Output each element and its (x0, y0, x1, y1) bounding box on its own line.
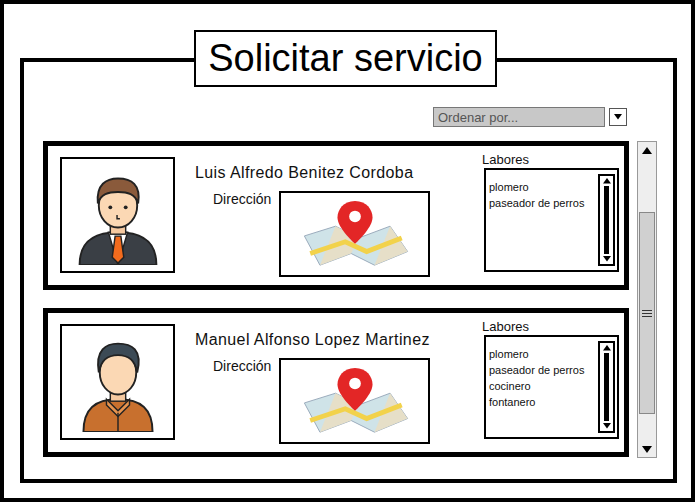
provider-card[interactable]: Manuel Alfonso Lopez Martinez Dirección La… (43, 308, 629, 457)
address-label: Dirección (213, 357, 271, 375)
title-row: Solicitar servicio (4, 30, 691, 87)
task-item[interactable]: cocinero (489, 378, 598, 394)
tasks-listbox[interactable]: plomeropaseador de perros (484, 168, 619, 272)
grip-icon (642, 310, 652, 317)
provider-info: Manuel Alfonso Lopez Martinez Dirección (175, 324, 484, 444)
page-scrollbar[interactable] (637, 141, 657, 458)
arrow-up-icon (642, 147, 652, 154)
scroll-thumb[interactable] (639, 212, 655, 414)
scroll-up-button[interactable] (638, 142, 656, 158)
man-in-shirt-icon (70, 332, 166, 432)
chevron-down-icon (614, 114, 622, 120)
sort-dropdown-button[interactable] (609, 108, 627, 126)
arrow-down-icon (642, 446, 652, 453)
tasks-list: plomeropaseador de perros (489, 174, 598, 266)
map-icon (296, 364, 414, 438)
task-item[interactable]: paseador de perros (489, 195, 598, 211)
provider-list: Luis Alfredo Benitez Cordoba Dirección Lab… (43, 141, 629, 458)
task-item[interactable]: plomero (489, 179, 598, 195)
sort-dropdown[interactable]: Ordenar por... (433, 107, 605, 127)
map-icon (296, 197, 414, 271)
tasks-scrollbar[interactable] (598, 174, 615, 266)
task-item[interactable]: fontanero (489, 394, 598, 410)
arrow-down-icon (603, 256, 611, 262)
page: Solicitar servicio Ordenar por... Luis Alf… (0, 0, 695, 502)
task-item[interactable]: plomero (489, 346, 598, 362)
tasks-panel: Labores plomeropaseador de perroscocinero… (484, 320, 619, 439)
tasks-scroll-thumb[interactable] (604, 186, 609, 255)
main-area: Luis Alfredo Benitez Cordoba Dirección Lab… (24, 141, 673, 458)
arrow-down-icon (603, 423, 611, 429)
arrow-up-icon (603, 178, 611, 184)
provider-info: Luis Alfredo Benitez Cordoba Dirección (175, 157, 484, 277)
address-row: Dirección (195, 191, 484, 277)
provider-card[interactable]: Luis Alfredo Benitez Cordoba Dirección Lab… (43, 141, 629, 290)
arrow-up-icon (603, 345, 611, 351)
tasks-label: Labores (482, 153, 619, 167)
task-item[interactable]: paseador de perros (489, 362, 598, 378)
tasks-listbox[interactable]: plomeropaseador de perroscocinerofontane… (484, 335, 619, 439)
provider-avatar (60, 157, 175, 273)
provider-avatar (60, 324, 175, 440)
address-row: Dirección (195, 358, 484, 444)
man-in-suit-icon (70, 165, 166, 265)
provider-name: Manuel Alfonso Lopez Martinez (195, 330, 484, 350)
tasks-scrollbar[interactable] (598, 341, 615, 433)
tasks-label: Labores (482, 320, 619, 334)
provider-name: Luis Alfredo Benitez Cordoba (195, 163, 484, 183)
scroll-down-button[interactable] (638, 441, 656, 457)
page-title: Solicitar servicio (194, 30, 497, 87)
address-map[interactable] (279, 358, 430, 444)
tasks-scroll-thumb[interactable] (604, 353, 609, 422)
toolbar: Ordenar por... (24, 107, 673, 127)
scroll-track[interactable] (638, 158, 656, 441)
tasks-panel: Labores plomeropaseador de perros (484, 153, 619, 272)
address-map[interactable] (279, 191, 430, 277)
content-frame: Ordenar por... Luis Alfredo Benitez Cordo… (20, 58, 677, 483)
tasks-list: plomeropaseador de perroscocinerofontane… (489, 341, 598, 433)
address-label: Dirección (213, 190, 271, 208)
